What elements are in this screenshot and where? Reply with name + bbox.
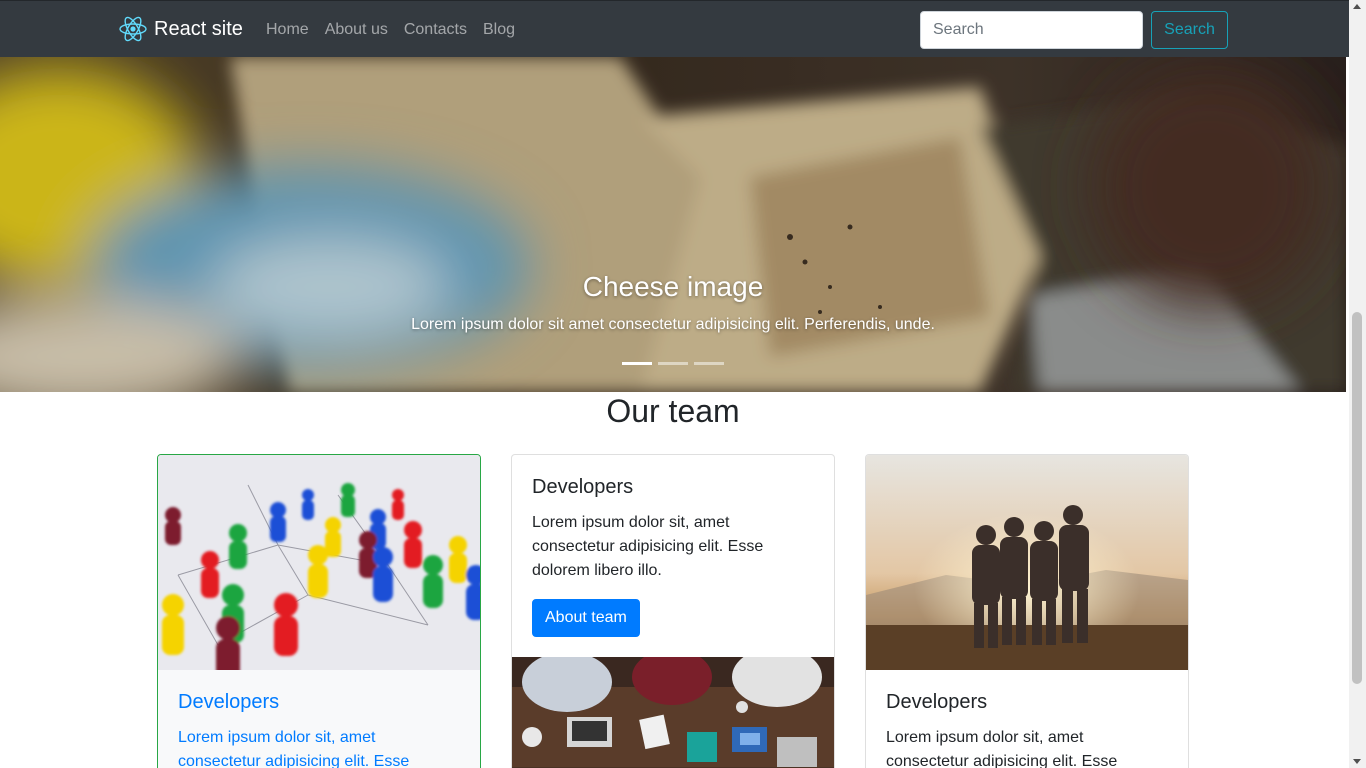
brand[interactable]: React site <box>118 14 243 44</box>
game-pawns-image <box>158 455 480 670</box>
team-card-3-body: Developers Lorem ipsum dolor sit, amet c… <box>866 670 1188 768</box>
team-heading: Our team <box>606 393 740 429</box>
carousel-text: Lorem ipsum dolor sit amet consectetur a… <box>411 316 935 333</box>
scroll-up-arrow-icon[interactable] <box>1353 4 1361 9</box>
search-button[interactable]: Search <box>1151 11 1228 49</box>
team-card-1-title[interactable]: Developers <box>178 690 460 714</box>
team-card-1-body: Developers Lorem ipsum dolor sit, amet c… <box>158 670 480 768</box>
carousel-indicators <box>0 362 1346 365</box>
search-input[interactable] <box>920 11 1143 49</box>
team-card-1[interactable]: Developers Lorem ipsum dolor sit, amet c… <box>157 454 481 768</box>
team-card-3-text: Lorem ipsum dolor sit, amet consectetur … <box>886 729 1118 768</box>
nav-link-about-us[interactable]: About us <box>317 18 396 42</box>
carousel-title: Cheese image <box>582 271 764 302</box>
nav-link-blog[interactable]: Blog <box>475 18 523 42</box>
team-meeting-image <box>512 657 834 768</box>
team-card-2-body: Developers Lorem ipsum dolor sit, amet c… <box>512 455 834 637</box>
carousel-caption: Cheese image Lorem ipsum dolor sit amet … <box>0 267 1346 337</box>
cheese-photo <box>0 57 1346 392</box>
page-scrollbar[interactable] <box>1349 0 1366 768</box>
scroll-thumb[interactable] <box>1352 312 1362 684</box>
team-card-2-text: Lorem ipsum dolor sit, amet consectetur … <box>532 514 764 579</box>
nav-link-home[interactable]: Home <box>258 18 317 42</box>
team-card-1-text[interactable]: Lorem ipsum dolor sit, amet consectetur … <box>178 726 460 768</box>
navbar: React site Home About us Contacts Blog S… <box>0 0 1349 57</box>
brand-name: React site <box>154 17 243 40</box>
nav-link-contacts[interactable]: Contacts <box>396 18 475 42</box>
team-card-3-title: Developers <box>886 691 988 713</box>
nav-links: Home About us Contacts Blog <box>258 18 523 42</box>
carousel-indicator-1[interactable] <box>622 362 652 365</box>
page: React site Home About us Contacts Blog S… <box>0 0 1349 768</box>
about-team-button[interactable]: About team <box>532 599 640 637</box>
team-card-2-title: Developers <box>532 476 634 498</box>
carousel-indicator-3[interactable] <box>694 362 724 365</box>
scroll-down-arrow-icon[interactable] <box>1353 759 1361 764</box>
react-logo-icon <box>119 16 147 42</box>
hero-carousel: Cheese image Lorem ipsum dolor sit amet … <box>0 57 1346 392</box>
friends-sunset-image <box>866 455 1188 670</box>
team-card-2: Developers Lorem ipsum dolor sit, amet c… <box>511 454 835 768</box>
carousel-indicator-2[interactable] <box>658 362 688 365</box>
team-card-3: Developers Lorem ipsum dolor sit, amet c… <box>865 454 1189 768</box>
